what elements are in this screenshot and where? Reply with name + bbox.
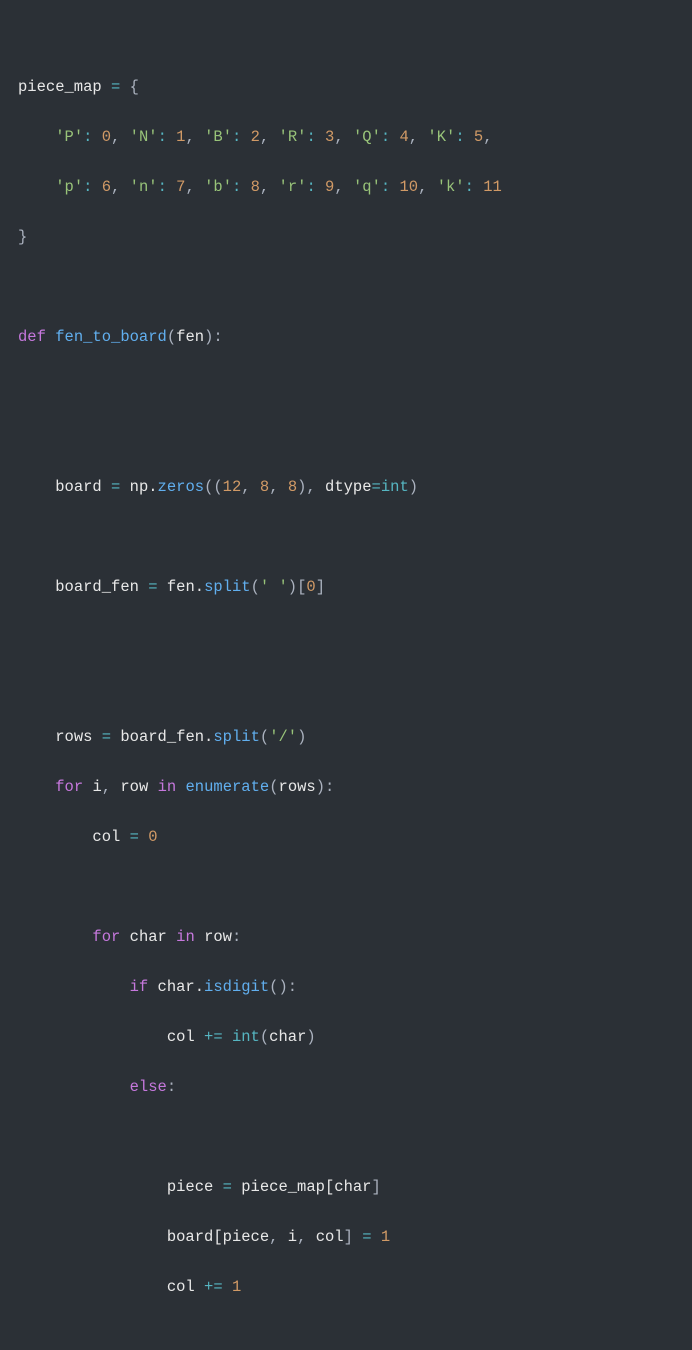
code-line: else: xyxy=(18,1075,674,1100)
code-line: if char.isdigit(): xyxy=(18,975,674,1000)
code-line: for char in row: xyxy=(18,925,674,950)
code-line: 'p': 6, 'n': 7, 'b': 8, 'r': 9, 'q': 10,… xyxy=(18,175,674,200)
code-line: col += int(char) xyxy=(18,1025,674,1050)
operator: = xyxy=(102,78,130,96)
blank-line xyxy=(18,1125,674,1150)
brace: } xyxy=(18,228,27,246)
blank-line xyxy=(18,625,674,650)
code-line: } xyxy=(18,225,674,250)
number: 0 xyxy=(102,128,111,146)
code-block: piece_map = { 'P': 0, 'N': 1, 'B': 2, 'R… xyxy=(18,50,674,1350)
code-line: board[piece, i, col] = 1 xyxy=(18,1225,674,1250)
string: 'P' xyxy=(55,128,83,146)
code-line: rows = board_fen.split('/') xyxy=(18,725,674,750)
blank-line xyxy=(18,875,674,900)
brace: { xyxy=(130,78,139,96)
code-line: 'P': 0, 'N': 1, 'B': 2, 'R': 3, 'Q': 4, … xyxy=(18,125,674,150)
code-line: piece_map = { xyxy=(18,75,674,100)
code-line: def fen_to_board(fen): xyxy=(18,325,674,350)
keyword-def: def xyxy=(18,328,55,346)
method-call: zeros xyxy=(158,478,205,496)
parameter: fen xyxy=(176,328,204,346)
keyword-if: if xyxy=(130,978,158,996)
keyword-for: for xyxy=(92,928,129,946)
keyword-for: for xyxy=(55,778,92,796)
blank-line xyxy=(18,1325,674,1350)
type: int xyxy=(381,478,409,496)
function-name: fen_to_board xyxy=(55,328,167,346)
code-line: board_fen = fen.split(' ')[0] xyxy=(18,575,674,600)
blank-line xyxy=(18,275,674,300)
keyword-else: else xyxy=(130,1078,167,1096)
blank-line xyxy=(18,425,674,450)
blank-line xyxy=(18,375,674,400)
blank-line xyxy=(18,675,674,700)
keyword-in: in xyxy=(167,928,204,946)
code-line: board = np.zeros((12, 8, 8), dtype=int) xyxy=(18,475,674,500)
code-line: col = 0 xyxy=(18,825,674,850)
blank-line xyxy=(18,525,674,550)
code-line: for i, row in enumerate(rows): xyxy=(18,775,674,800)
identifier: piece_map xyxy=(18,78,102,96)
code-line: col += 1 xyxy=(18,1275,674,1300)
keyword-in: in xyxy=(148,778,185,796)
code-line: piece = piece_map[char] xyxy=(18,1175,674,1200)
